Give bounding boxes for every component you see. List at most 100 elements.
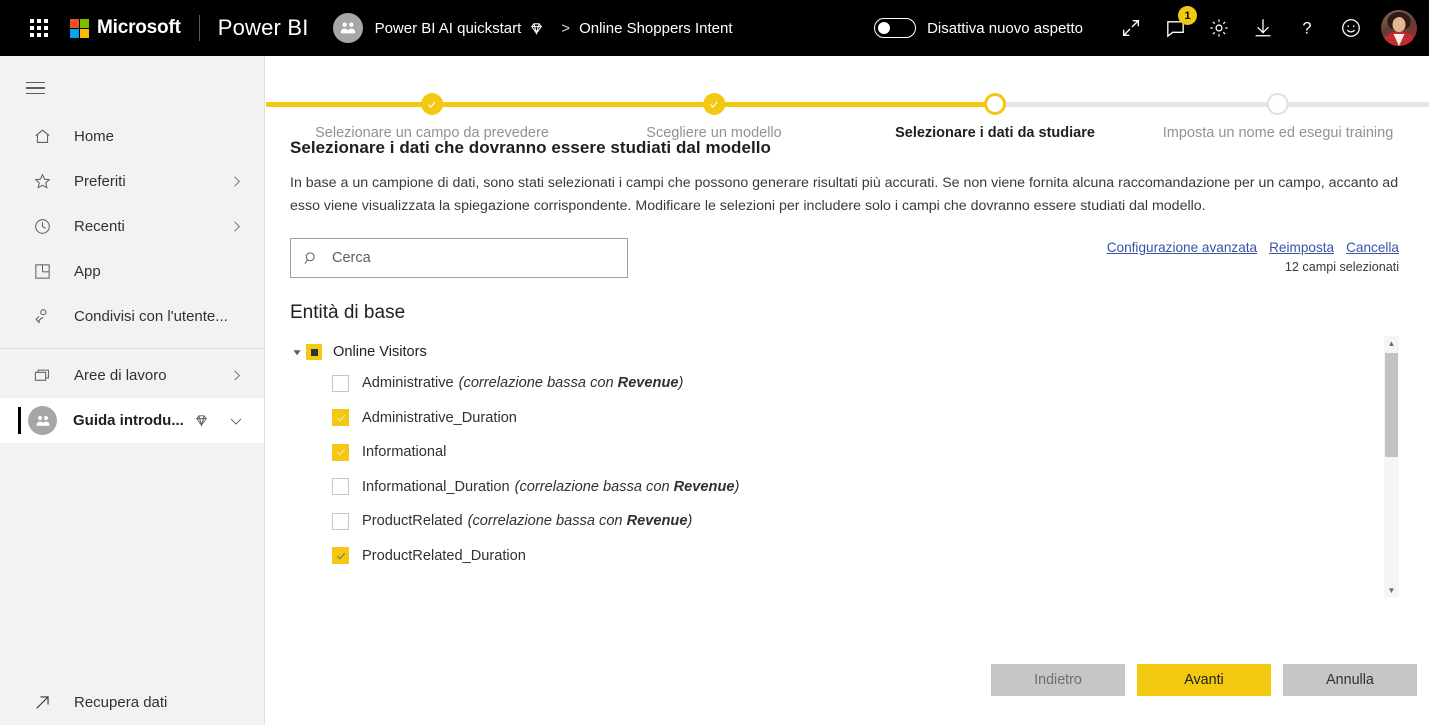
- hamburger-menu-icon[interactable]: [26, 68, 66, 108]
- sidebar-item-aree-di-lavoro[interactable]: Aree di lavoro: [0, 353, 264, 398]
- sidebar-item-guida-introduttiva[interactable]: Guida introdu...: [0, 398, 264, 443]
- new-look-toggle[interactable]: Disattiva nuovo aspetto: [874, 18, 1083, 38]
- cancel-button[interactable]: Annulla: [1283, 664, 1417, 696]
- tree-root-online-visitors[interactable]: Online Visitors: [290, 338, 1399, 366]
- toggle-knob: [878, 21, 891, 34]
- field-row[interactable]: Administrative (correlazione bassa con R…: [290, 366, 1399, 401]
- tools-row: Configurazione avanzata Reimposta Cancel…: [290, 238, 1399, 292]
- scrollbar-thumb[interactable]: [1385, 353, 1398, 457]
- back-button[interactable]: Indietro: [991, 664, 1125, 696]
- notifications-icon[interactable]: 1: [1153, 0, 1197, 56]
- stepper-step-label: Selezionare i dati da studiare: [895, 125, 1095, 141]
- notification-badge: 1: [1178, 6, 1197, 25]
- sidebar-item-condivisi-con-utente[interactable]: Condivisi con l'utente...: [0, 294, 264, 339]
- field-checkbox[interactable]: [332, 409, 349, 427]
- sidebar-item-preferiti[interactable]: Preferiti: [0, 159, 264, 204]
- help-icon[interactable]: ?: [1285, 0, 1329, 56]
- field-label: Administrative_Duration: [362, 409, 517, 426]
- partial-checkbox[interactable]: [306, 344, 322, 360]
- search-icon: [303, 250, 320, 267]
- microsoft-squares-icon: [70, 18, 89, 38]
- next-button[interactable]: Avanti: [1137, 664, 1271, 696]
- product-title[interactable]: Power BI: [218, 15, 309, 41]
- page-description: In base a un campione di dati, sono stat…: [290, 175, 1399, 214]
- smiley-feedback-icon[interactable]: [1329, 0, 1373, 56]
- field-row[interactable]: Administrative_Duration: [290, 401, 1399, 436]
- user-avatar[interactable]: [1381, 10, 1417, 46]
- field-label: ProductRelated_Duration: [362, 547, 526, 564]
- stepper-step-3[interactable]: Selezionare i dati da studiare: [895, 56, 1095, 141]
- wizard-stepper: Selezionare un campo da prevedere Scegli…: [266, 56, 1429, 141]
- microsoft-logo[interactable]: Microsoft: [70, 17, 181, 39]
- search-box[interactable]: [290, 238, 628, 278]
- people-icon: [340, 22, 355, 34]
- chevron-down-icon[interactable]: [228, 413, 244, 429]
- stepper-step-2[interactable]: Scegliere un modello: [646, 56, 782, 141]
- stepper-step-4[interactable]: Imposta un nome ed esegui training: [1163, 56, 1393, 141]
- expand-icon[interactable]: [1109, 0, 1153, 56]
- expand-triangle-icon[interactable]: [290, 348, 304, 357]
- chevron-right-icon[interactable]: [229, 219, 244, 234]
- sidebar-bottom: Recupera dati: [0, 680, 264, 725]
- search-input[interactable]: [332, 239, 627, 277]
- apps-icon: [30, 260, 54, 284]
- breadcrumb-current-item[interactable]: Online Shoppers Intent: [579, 20, 732, 37]
- page-title: Selezionare i dati che dovranno essere s…: [290, 138, 771, 157]
- workspace-avatar: [332, 13, 363, 43]
- breadcrumb: Power BI AI quickstart > Online Shoppers…: [375, 20, 733, 37]
- field-label: Administrative: [362, 375, 454, 392]
- chevron-right-icon[interactable]: [229, 174, 244, 189]
- star-icon: [30, 170, 54, 194]
- field-note: (correlazione bassa con Revenue): [514, 478, 740, 495]
- scroll-up-icon[interactable]: ▲: [1384, 336, 1399, 351]
- avatar-face: [1392, 17, 1406, 32]
- breadcrumb-workspace[interactable]: Power BI AI quickstart: [375, 20, 522, 37]
- header-divider: [198, 15, 200, 41]
- fields-scrollbar[interactable]: ▲ ▼: [1384, 336, 1399, 598]
- sidebar-item-recupera-dati[interactable]: Recupera dati: [0, 680, 264, 725]
- field-row[interactable]: ProductRelated_Duration: [290, 539, 1399, 574]
- sidebar-nav-list: Home Preferiti Recenti App Condivisi con…: [0, 114, 264, 443]
- fields-section-title: Entità di base: [290, 302, 406, 323]
- settings-icon[interactable]: [1197, 0, 1241, 56]
- get-data-icon: [30, 691, 54, 715]
- field-row[interactable]: ProductRelated (correlazione bassa con R…: [290, 504, 1399, 539]
- workspaces-icon: [30, 364, 54, 388]
- download-icon[interactable]: [1241, 0, 1285, 56]
- sidebar-item-label: Recenti: [74, 218, 125, 235]
- field-checkbox[interactable]: [332, 512, 349, 530]
- field-row[interactable]: Informational: [290, 435, 1399, 470]
- new-look-toggle-label: Disattiva nuovo aspetto: [927, 19, 1083, 37]
- microsoft-wordmark: Microsoft: [97, 17, 181, 38]
- field-checkbox[interactable]: [332, 478, 349, 496]
- breadcrumb-separator: >: [561, 19, 571, 37]
- field-checkbox[interactable]: [332, 443, 349, 461]
- advanced-config-link[interactable]: Configurazione avanzata: [1107, 240, 1257, 255]
- diamond-icon: [529, 21, 544, 36]
- shared-with-me-icon: [30, 305, 54, 329]
- scroll-down-icon[interactable]: ▼: [1384, 583, 1399, 598]
- diamond-icon: [194, 413, 209, 428]
- reset-link[interactable]: Reimposta: [1269, 240, 1334, 255]
- sidebar-item-label: Recupera dati: [74, 694, 168, 711]
- workspace-avatar-icon: [28, 406, 57, 435]
- field-label: Informational: [362, 444, 447, 461]
- stepper-step-1[interactable]: Selezionare un campo da prevedere: [315, 56, 549, 141]
- topbar-actions: Disattiva nuovo aspetto 1 ?: [874, 0, 1429, 56]
- clear-link[interactable]: Cancella: [1346, 240, 1399, 255]
- selected-fields-count: 12 campi selezionati: [1284, 260, 1399, 274]
- field-checkbox[interactable]: [332, 374, 349, 392]
- content-body: Selezionare i dati che dovranno essere s…: [266, 138, 1429, 598]
- sidebar-item-recenti[interactable]: Recenti: [0, 204, 264, 249]
- clock-icon: [30, 215, 54, 239]
- sidebar-item-home[interactable]: Home: [0, 114, 264, 159]
- app-launcher-icon[interactable]: [30, 19, 48, 37]
- step-dot-done: [702, 93, 725, 115]
- chevron-right-icon[interactable]: [229, 368, 244, 383]
- wizard-footer-buttons: Indietro Avanti Annulla: [991, 664, 1417, 696]
- field-checkbox[interactable]: [332, 547, 349, 565]
- sidebar-item-label: Home: [74, 128, 115, 145]
- stepper-step-label: Scegliere un modello: [646, 125, 782, 141]
- sidebar-item-app[interactable]: App: [0, 249, 264, 294]
- field-row[interactable]: Informational_Duration (correlazione bas…: [290, 470, 1399, 505]
